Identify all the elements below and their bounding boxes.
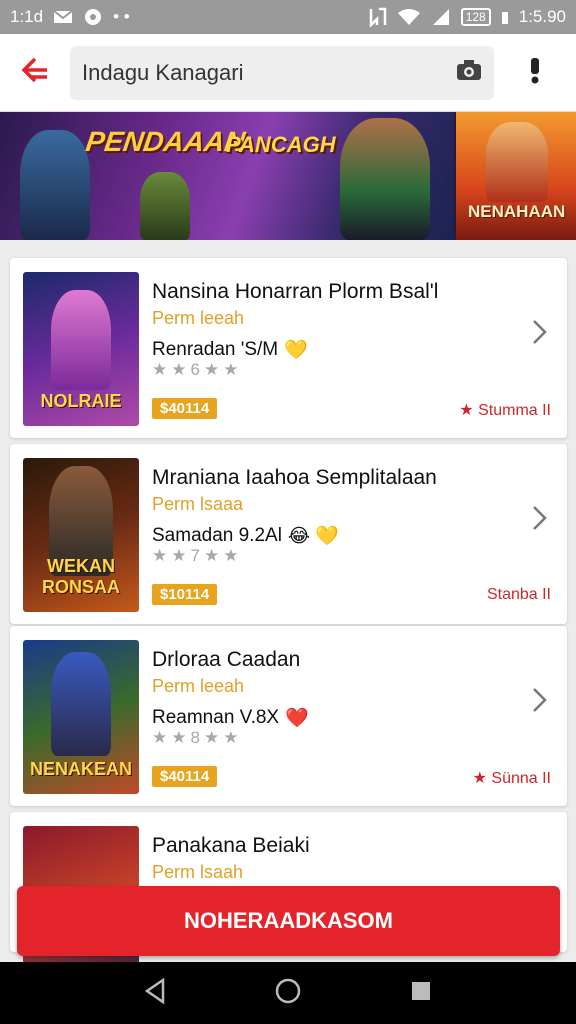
search-box [70,45,494,100]
primary-action-button[interactable]: NOHERAADKASOM [17,886,560,956]
system-nav-bar [0,962,576,1024]
item-meta-text: Reamnan V.8X [152,707,280,728]
item-tag: Stanba II [486,586,551,603]
item-meta: Samadan 9.2Al 😂 💛 [152,524,339,548]
battery-icon: 128 [460,8,491,26]
more-notifications-icon: • • [113,7,130,26]
app-bar [0,34,576,112]
chevron-right-icon[interactable] [531,504,549,537]
item-title: Panakana Beiaki [152,834,310,857]
thumbnail-title: WEKAN RONSAA [41,556,120,597]
list-item[interactable]: NENAKEAN Drloraa Caadan Perm leeah Reamn… [10,626,567,806]
game-thumbnail: NENAKEAN [23,640,139,794]
item-tag: ★ Stumma II [459,402,551,419]
promo-banner[interactable]: PENDAAAN PANCAGH NENAHAAN [0,112,576,240]
price-badge: $10114 [152,584,218,605]
rating-count: 8 [190,728,204,747]
search-input[interactable] [82,59,456,86]
banner-side-title: NENAHAAN [468,202,566,221]
camera-icon[interactable] [456,59,482,86]
banner-side-hero [486,122,548,202]
game-thumbnail: NOLRAIE [23,272,139,426]
signal-icon [431,8,451,26]
thumbnail-title: NENAKEAN [29,759,132,779]
status-bar: 1:1d • • 128 1:5.90 [0,0,576,34]
banner-hero-mid [140,172,190,240]
rating-stars: ★★8★★ [152,728,243,747]
item-meta: Reamnan V.8X ❤️ [152,706,309,730]
item-subtitle: Perm lsaah [152,862,244,882]
item-tag: ★ Sünna II [472,770,551,787]
back-button[interactable] [0,34,70,112]
mail-icon [53,9,73,25]
item-title: Mraniana Iaahoa Semplitalaan [152,466,437,489]
rating-count: 7 [190,546,204,565]
banner-hero-right [340,118,430,240]
more-vert-icon [529,56,541,89]
item-subtitle: Perm lsaaa [152,494,244,514]
red-heart-emoji-icon: ❤️ [285,708,309,729]
item-meta-text: Samadan 9.2Al [152,525,282,546]
item-title: Nansina Honarran Plorm Bsal'l [152,280,439,303]
nav-home-icon[interactable] [274,977,302,1010]
item-meta: Renradan 'S/M 💛 [152,338,308,362]
laugh-heart-emoji-icon: 😂 💛 [287,526,340,547]
nav-recents-icon[interactable] [409,979,433,1008]
status-time-right: 1:5.90 [518,7,566,26]
status-left: 1:1d • • [10,7,130,27]
item-subtitle: Perm leeah [152,308,245,328]
item-title: Drloraa Caadan [152,648,301,671]
nav-back-icon[interactable] [143,977,167,1009]
battery-level: 128 [465,10,486,24]
wifi-icon [397,8,421,26]
status-time-left: 1:1d [10,7,44,26]
list-item[interactable]: WEKAN RONSAA Mraniana Iaahoa Semplitalaa… [10,444,567,624]
charging-dot-icon [501,9,509,25]
thumbnail-title: NOLRAIE [40,391,122,411]
rating-count: 6 [190,360,204,379]
price-badge: $40114 [152,766,218,787]
back-arrow-icon [21,57,49,88]
chevron-right-icon[interactable] [531,686,549,719]
list-item[interactable]: NOLRAIE Nansina Honarran Plorm Bsal'l Pe… [10,258,567,438]
banner-hero-left [20,130,90,240]
chevron-right-icon[interactable] [531,318,549,351]
banner-subtitle: PANCAGH [226,132,336,157]
nfc-icon [369,7,387,27]
game-thumbnail: WEKAN RONSAA [23,458,139,612]
item-meta-text: Renradan 'S/M [152,339,279,360]
rating-stars: ★★7★★ [152,546,243,565]
banner-title: PENDAAAN [83,126,247,157]
more-options-button[interactable] [494,34,576,112]
banner-main-image: PENDAAAN PANCAGH [0,112,454,240]
status-right: 128 1:5.90 [369,7,566,27]
heart-emoji-icon: 💛 [284,340,308,361]
rating-stars: ★★6★★ [152,360,243,379]
price-badge: $40114 [152,398,218,419]
item-subtitle: Perm leeah [152,676,245,696]
sync-icon [83,7,103,27]
banner-side-image: NENAHAAN [454,112,576,240]
